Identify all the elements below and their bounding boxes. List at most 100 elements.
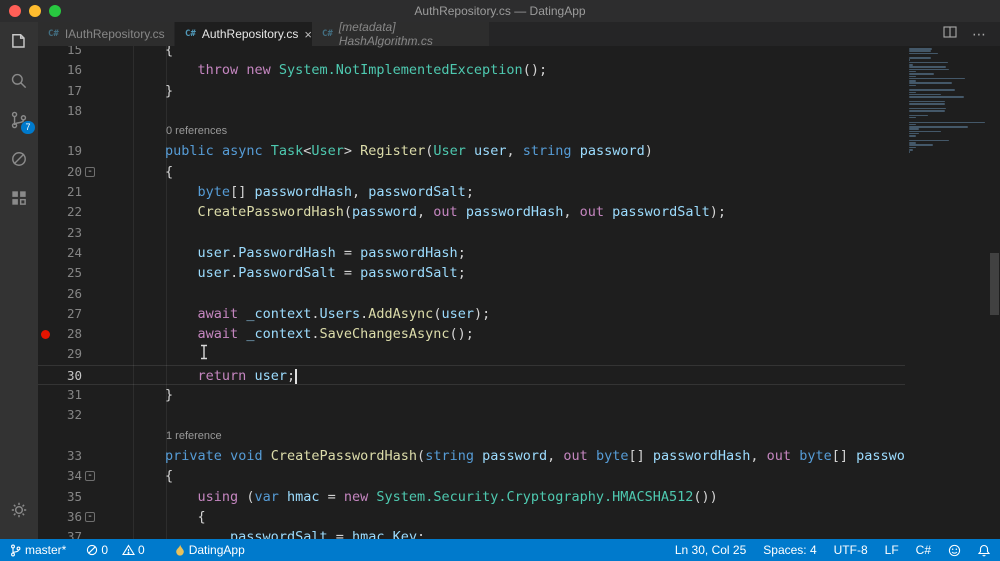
code-line-30[interactable]: 30 return user; (38, 364, 1000, 386)
source-control-icon[interactable]: 7 (0, 100, 38, 139)
breakpoint-margin[interactable] (38, 223, 52, 243)
breakpoint-margin[interactable] (38, 243, 52, 263)
code-line-21[interactable]: 21 byte[] passwordHash, passwordSalt; (38, 182, 1000, 202)
breakpoint-margin[interactable] (38, 487, 52, 507)
codelens-label[interactable]: 0 references (100, 121, 227, 141)
breakpoint-margin[interactable] (38, 405, 52, 425)
settings-gear-icon[interactable] (0, 490, 38, 529)
code-line-17[interactable]: 17 } (38, 81, 1000, 101)
breakpoint-margin[interactable] (38, 304, 52, 324)
minimap-line (909, 80, 917, 82)
encoding-indicator[interactable]: UTF-8 (834, 543, 868, 557)
csharp-file-icon: C# (322, 29, 333, 39)
line-number: 33 (66, 447, 82, 463)
tab-hashalgorithm-metadata[interactable]: C# [metadata] HashAlgorithm.cs (312, 20, 490, 48)
line-number: 34 (66, 468, 82, 484)
code-line-32[interactable]: 32 (38, 405, 1000, 425)
code-line-37[interactable]: 37 passwordSalt = hmac.Key; (38, 527, 1000, 539)
breakpoint-margin[interactable] (38, 81, 52, 101)
close-window-button[interactable] (9, 5, 21, 17)
window-title: AuthRepository.cs — DatingApp (414, 4, 586, 18)
minimize-window-button[interactable] (29, 5, 41, 17)
breakpoint-margin[interactable] (38, 344, 52, 364)
breakpoint-margin[interactable] (38, 527, 52, 539)
debug-icon[interactable] (0, 139, 38, 178)
code-line-16[interactable]: 16 throw new System.NotImplementedExcept… (38, 60, 1000, 80)
line-number: 22 (66, 204, 82, 220)
breakpoint-margin[interactable] (38, 466, 52, 486)
code-line-33[interactable]: 33 private void CreatePasswordHash(strin… (38, 446, 1000, 466)
fold-margin (82, 344, 100, 364)
minimap-line (909, 50, 931, 52)
breakpoint-margin[interactable] (38, 121, 52, 141)
code-line-28[interactable]: 28 await _context.SaveChangesAsync(); (38, 324, 1000, 344)
code-line-36[interactable]: 36- { (38, 507, 1000, 527)
breakpoint-margin[interactable] (38, 366, 52, 384)
breakpoint-margin[interactable] (38, 446, 52, 466)
more-actions-icon[interactable]: ⋯ (972, 27, 986, 41)
breakpoint-margin[interactable] (38, 507, 52, 527)
breakpoint-margin[interactable] (38, 385, 52, 405)
codelens-row[interactable]: 0 references (38, 121, 1000, 141)
breakpoint-margin[interactable] (38, 141, 52, 161)
csharp-file-icon: C# (185, 29, 196, 39)
fold-collapse-icon[interactable]: - (85, 471, 95, 482)
close-tab-icon[interactable]: × (304, 28, 312, 41)
explorer-icon[interactable] (0, 22, 38, 61)
breakpoint-margin[interactable] (38, 101, 52, 121)
code-line-22[interactable]: 22 CreatePasswordHash(password, out pass… (38, 202, 1000, 222)
code-line-20[interactable]: 20- { (38, 162, 1000, 182)
editor-scrollbar[interactable] (990, 253, 999, 315)
line-number: 18 (66, 102, 82, 118)
breakpoint-margin[interactable] (38, 426, 52, 446)
notifications-bell-icon[interactable] (978, 544, 990, 557)
code-line-25[interactable]: 25 user.PasswordSalt = passwordSalt; (38, 263, 1000, 283)
extensions-icon[interactable] (0, 178, 38, 217)
code-line-23[interactable]: 23 (38, 223, 1000, 243)
fold-collapse-icon[interactable]: - (85, 166, 95, 177)
code-line-34[interactable]: 34- { (38, 466, 1000, 486)
code-line-27[interactable]: 27 await _context.Users.AddAsync(user); (38, 304, 1000, 324)
code-text: user.PasswordSalt = passwordSalt; (197, 265, 466, 282)
tab-iauthrepository[interactable]: C# IAuthRepository.cs (38, 22, 175, 46)
breakpoint-margin[interactable] (38, 162, 52, 182)
code-line-18[interactable]: 18 (38, 101, 1000, 121)
minimap-line (909, 70, 917, 73)
editor[interactable]: 15 {16 throw new System.NotImplementedEx… (38, 46, 1000, 539)
breakpoint-margin[interactable] (38, 263, 52, 283)
search-icon[interactable] (0, 61, 38, 100)
errors-icon (87, 544, 98, 556)
code-line-24[interactable]: 24 user.PasswordHash = passwordHash; (38, 243, 1000, 263)
fold-margin (82, 202, 100, 222)
code-line-35[interactable]: 35 using (var hmac = new System.Security… (38, 487, 1000, 507)
git-branch-indicator[interactable]: master* (10, 543, 66, 557)
omnisharp-project-indicator[interactable]: DatingApp (175, 543, 245, 557)
codelens-label[interactable]: 1 reference (100, 426, 222, 446)
fold-collapse-icon[interactable]: - (85, 511, 95, 522)
code-line-29[interactable]: 29 (38, 344, 1000, 364)
breakpoint-margin[interactable] (38, 284, 52, 304)
breakpoint-margin[interactable] (38, 202, 52, 222)
breakpoint-margin[interactable] (38, 324, 52, 344)
problems-indicator[interactable]: 0 0 (86, 543, 154, 557)
codelens-row[interactable]: 1 reference (38, 426, 1000, 446)
code-text: { (100, 163, 174, 180)
split-editor-icon[interactable] (943, 25, 957, 43)
minimap-line (909, 68, 949, 71)
language-mode-indicator[interactable]: C# (916, 543, 931, 557)
indentation-indicator[interactable]: Spaces: 4 (763, 543, 816, 557)
zoom-window-button[interactable] (49, 5, 61, 17)
feedback-smiley-icon[interactable] (948, 544, 961, 557)
minimap[interactable] (909, 48, 987, 154)
code-line-19[interactable]: 19 public async Task<User> Register(User… (38, 141, 1000, 161)
code-text: } (100, 82, 174, 99)
code-line-26[interactable]: 26 (38, 284, 1000, 304)
code-line-31[interactable]: 31 } (38, 385, 1000, 405)
tab-authrepository[interactable]: C# AuthRepository.cs × (175, 22, 312, 46)
code-line-15[interactable]: 15 { (38, 46, 1000, 60)
breakpoint-margin[interactable] (38, 46, 52, 60)
breakpoint-margin[interactable] (38, 182, 52, 202)
breakpoint-margin[interactable] (38, 60, 52, 80)
cursor-position-indicator[interactable]: Ln 30, Col 25 (675, 543, 746, 557)
eol-indicator[interactable]: LF (885, 543, 899, 557)
